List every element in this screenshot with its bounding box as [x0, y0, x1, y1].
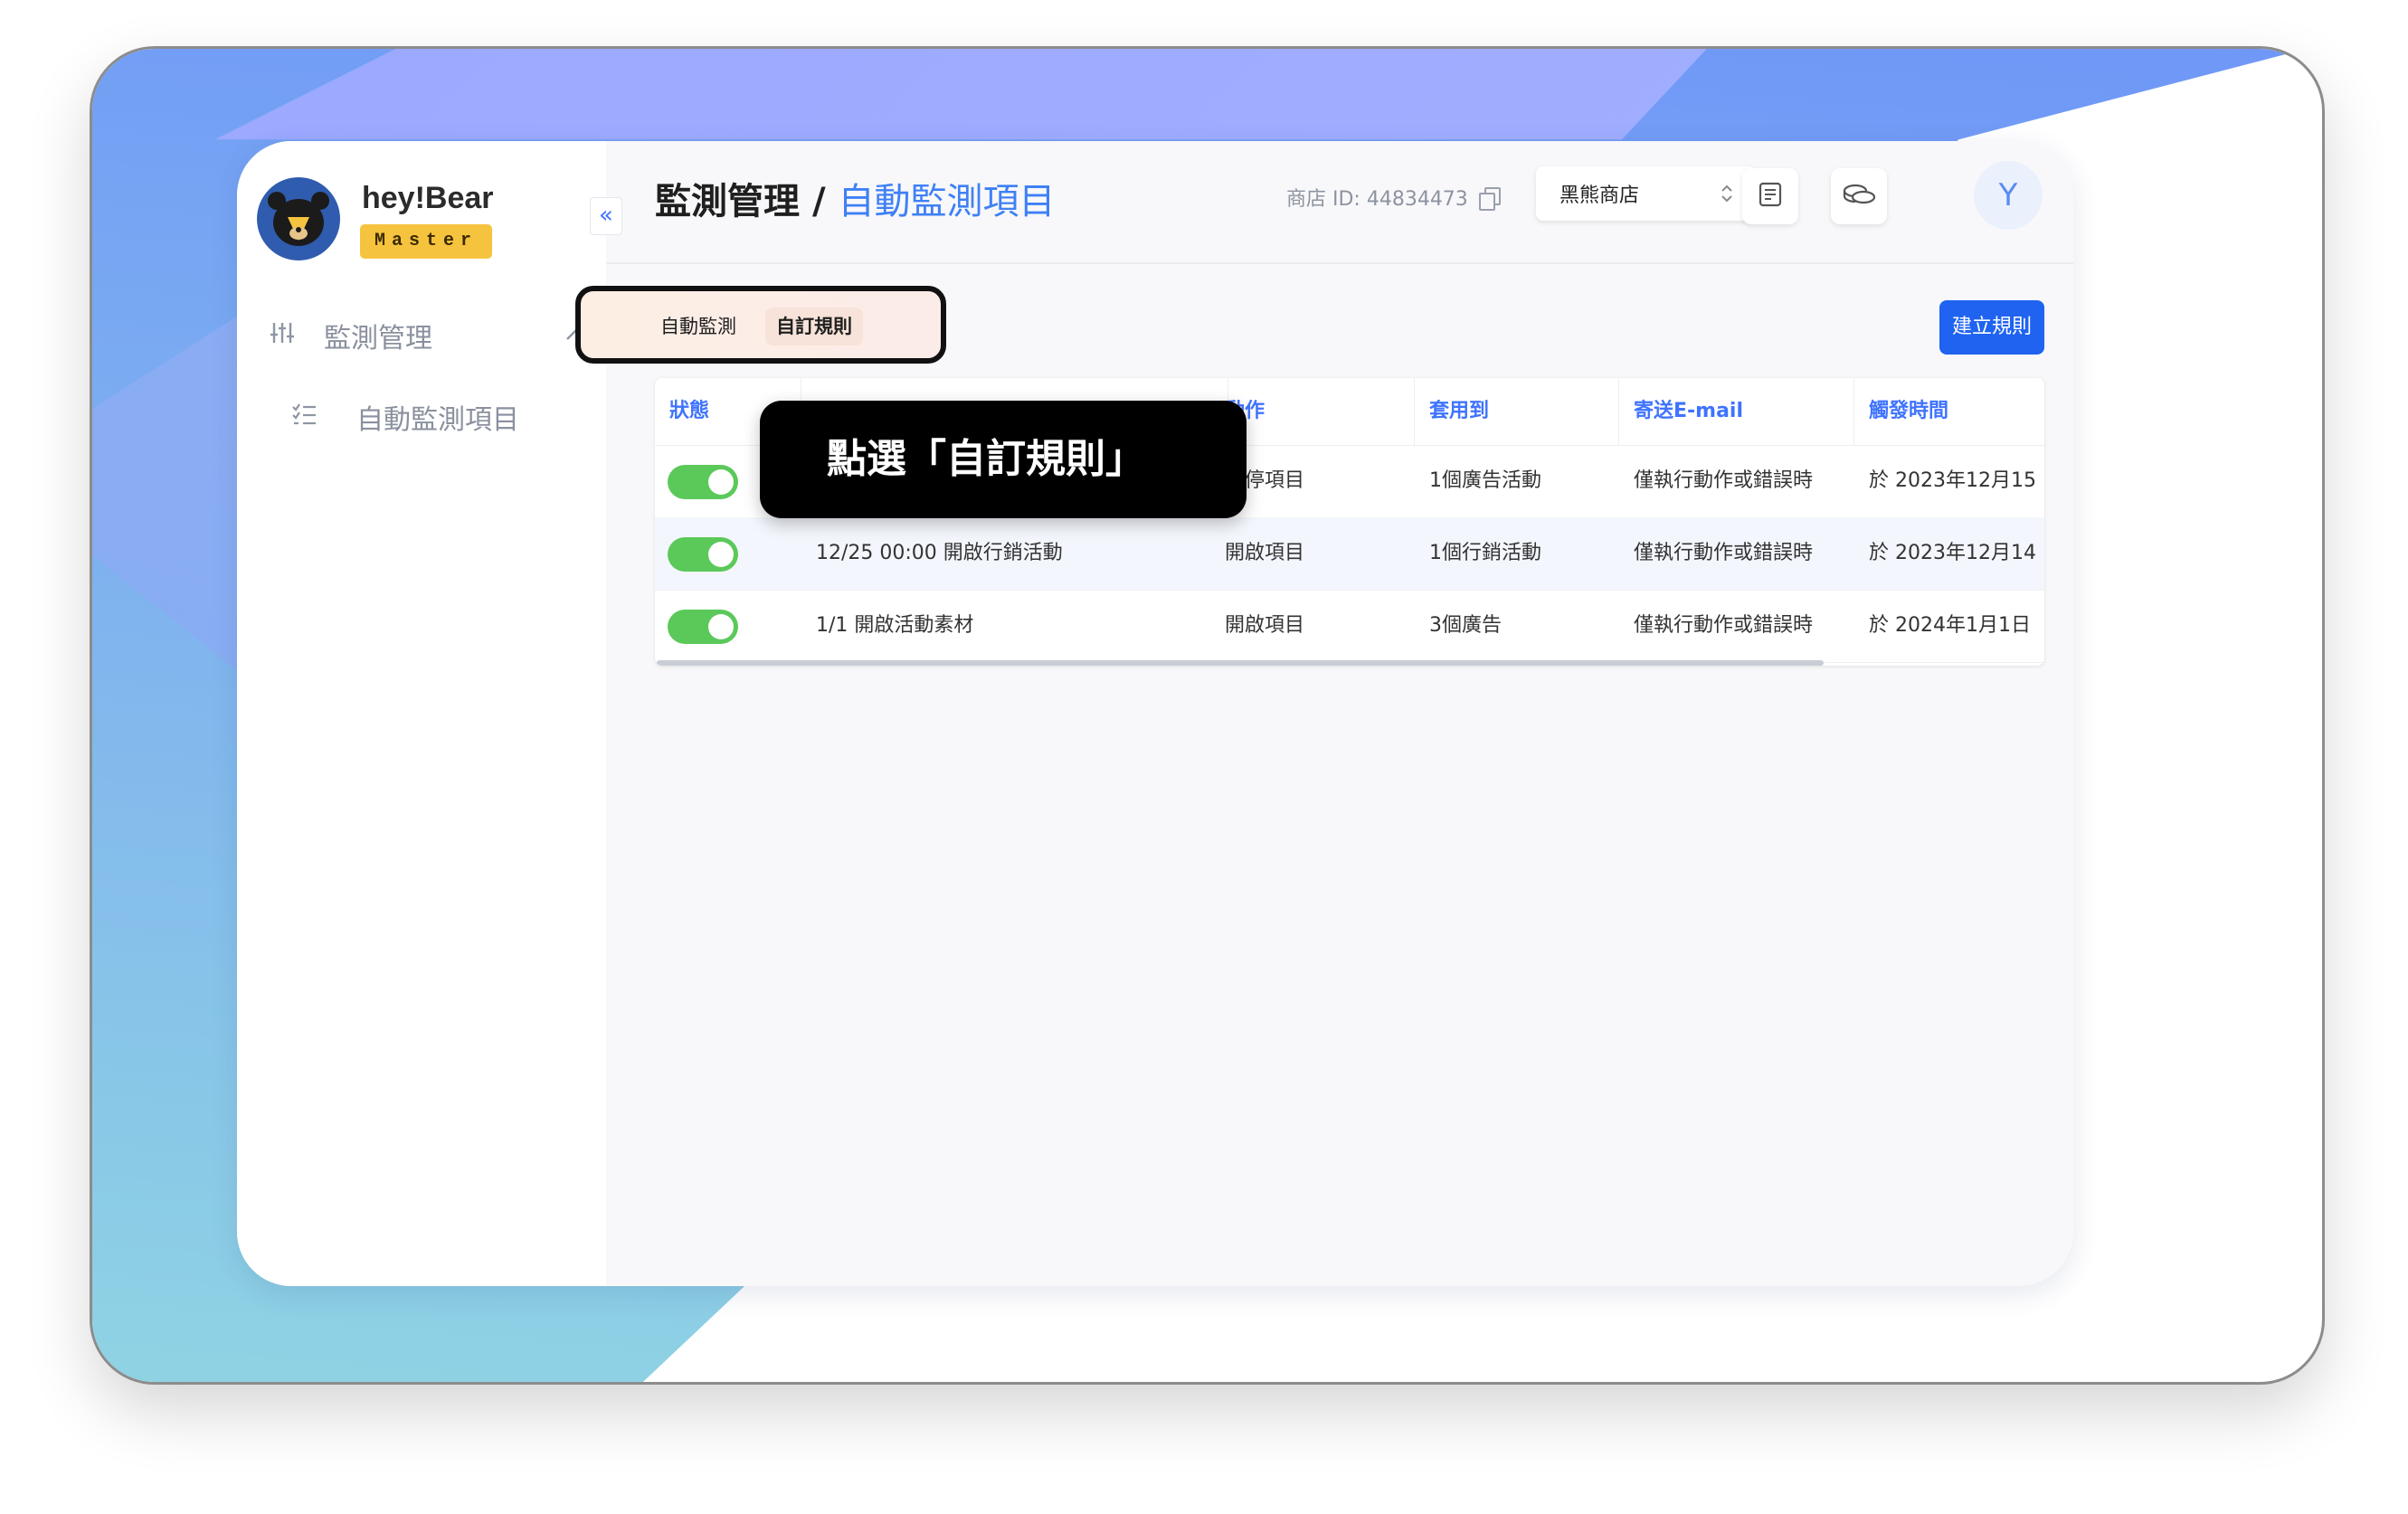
- copy-icon[interactable]: [1478, 187, 1501, 211]
- app-window: hey!Bear Master 監測管理 自動監測項目 « 監測管理 / 自動監…: [237, 141, 2073, 1286]
- sliders-icon: [270, 320, 324, 352]
- create-rule-button[interactable]: 建立規則: [1939, 300, 2044, 355]
- sidebar: hey!Bear Master 監測管理 自動監測項目: [237, 141, 606, 1286]
- column-header-apply-to: 套用到: [1415, 378, 1619, 445]
- breadcrumb-current: 自動監測項目: [838, 181, 1056, 222]
- sort-arrows-icon: [1721, 184, 1733, 203]
- store-id-label: 商店 ID: 44834473: [1286, 188, 1468, 211]
- status-toggle[interactable]: [668, 537, 738, 572]
- coins-icon: [1842, 181, 1876, 212]
- page-title: 監測管理 / 自動監測項目: [655, 172, 1055, 224]
- column-header-trigger-time: 觸發時間: [1869, 400, 1949, 422]
- table-row[interactable]: 12/25 00:00 開啟行銷活動 開啟項目 1個行銷活動 僅執行動作或錯誤時…: [655, 517, 2044, 591]
- tab-custom-rules[interactable]: 自訂規則: [765, 308, 863, 345]
- table-row[interactable]: 1/1 開啟活動素材 開啟項目 3個廣告 僅執行動作或錯誤時 於 2024年1月…: [655, 590, 2044, 663]
- column-header-email: 寄送E-mail: [1619, 378, 1854, 445]
- rule-name: 1/1 開啟活動素材: [816, 614, 974, 637]
- horizontal-scrollbar[interactable]: [657, 660, 1824, 666]
- rule-email: 僅執行動作或錯誤時: [1634, 469, 1814, 492]
- rule-trigger-time: 於 2024年1月1日: [1869, 614, 2031, 637]
- breadcrumb-parent: 監測管理: [655, 181, 800, 222]
- rule-action: 開啟項目: [1225, 614, 1305, 637]
- sidebar-item-label: 自動監測項目: [356, 404, 519, 436]
- sidebar-item-auto-monitoring[interactable]: 自動監測項目: [291, 394, 590, 440]
- status-toggle[interactable]: [668, 465, 738, 499]
- coins-button[interactable]: [1831, 168, 1887, 224]
- rule-email: 僅執行動作或錯誤時: [1634, 614, 1814, 637]
- rule-email: 僅執行動作或錯誤時: [1634, 542, 1814, 564]
- note-icon: [1757, 181, 1784, 212]
- tab-auto-monitoring[interactable]: 自動監測: [649, 308, 747, 345]
- breadcrumb-separator: /: [811, 181, 826, 222]
- rule-action: 開啟項目: [1225, 542, 1305, 564]
- rule-apply-to: 3個廣告: [1429, 614, 1502, 637]
- bear-logo-icon: [257, 177, 340, 260]
- rule-apply-to: 1個廣告活動: [1429, 469, 1541, 492]
- checklist-icon: [291, 402, 356, 431]
- rule-trigger-time: 於 2023年12月15: [1869, 469, 2036, 492]
- avatar[interactable]: Y: [1974, 161, 2043, 230]
- double-chevron-left-icon: «: [599, 202, 613, 229]
- status-toggle[interactable]: [668, 610, 738, 644]
- store-id: 商店 ID: 44834473: [1286, 183, 1501, 212]
- brand-name: hey!Bear: [362, 181, 494, 215]
- rule-apply-to: 1個行銷活動: [1429, 542, 1541, 564]
- rule-trigger-time: 於 2023年12月14: [1869, 542, 2036, 564]
- sidebar-group-monitoring[interactable]: 監測管理: [270, 313, 586, 358]
- sidebar-group-label: 監測管理: [324, 323, 432, 355]
- store-select[interactable]: 黑熊商店: [1536, 166, 1757, 221]
- instruction-tooltip: 點選「自訂規則」: [760, 401, 1247, 518]
- collapse-sidebar-button[interactable]: «: [590, 197, 622, 235]
- header-divider: [606, 262, 2073, 264]
- plan-badge: Master: [360, 224, 492, 259]
- notes-button[interactable]: [1742, 168, 1798, 224]
- tabs-highlight: [575, 286, 946, 364]
- rule-name: 12/25 00:00 開啟行銷活動: [816, 542, 1063, 564]
- store-select-value: 黑熊商店: [1560, 185, 1640, 207]
